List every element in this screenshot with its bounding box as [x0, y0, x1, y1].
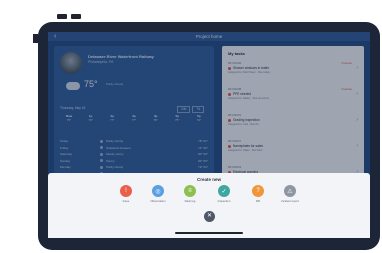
home-indicator [175, 232, 243, 234]
issue-icon: ! [120, 185, 132, 197]
create-rfi-button[interactable]: ? RFI [243, 185, 273, 203]
create-issue-button[interactable]: ! Issue [111, 185, 141, 203]
observation-icon: ◎ [152, 185, 164, 197]
create-daily-log-button[interactable]: ≡ Daily log [175, 185, 205, 203]
incident-icon: ⚠ [284, 185, 296, 197]
close-icon: ✕ [206, 213, 213, 219]
create-new-sheet: Create new ! Issue ◎ Observation ≡ Daily… [48, 173, 370, 238]
create-observation-button[interactable]: ◎ Observation [143, 185, 173, 203]
app-screen: ‹ Project home Delaware River Waterfront… [48, 32, 370, 238]
rfi-icon: ? [252, 185, 264, 197]
inspection-icon: ✓ [218, 185, 230, 197]
sheet-title: Create new [196, 177, 221, 182]
daily-log-icon: ≡ [184, 185, 196, 197]
create-incident-button[interactable]: ⚠ Incident report [275, 185, 305, 203]
close-button[interactable]: ✕ [204, 211, 215, 222]
decorative-bars [57, 14, 81, 19]
create-inspection-button[interactable]: ✓ Inspection [209, 185, 239, 203]
